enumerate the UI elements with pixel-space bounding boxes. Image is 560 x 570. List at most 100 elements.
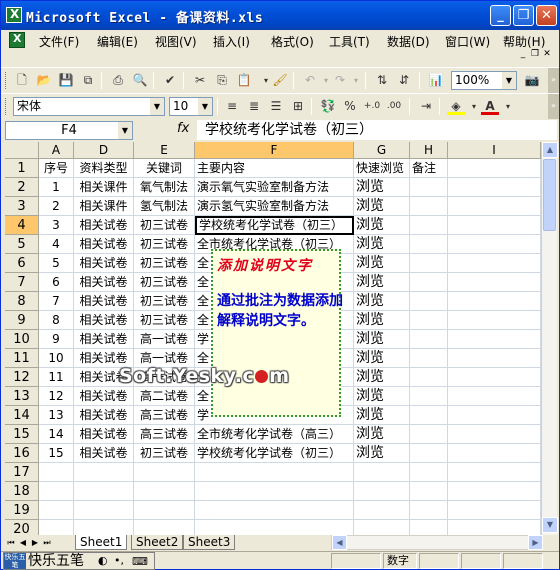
font-select[interactable]: 宋体 ▼ (13, 97, 165, 116)
tab-sheet2[interactable]: Sheet2 (131, 535, 184, 550)
align-right-icon[interactable]: ☰ (267, 98, 285, 115)
tab-sheet3[interactable]: Sheet3 (183, 535, 236, 550)
seq-cell[interactable] (39, 482, 74, 501)
content-cell[interactable] (195, 520, 354, 535)
research-icon[interactable]: 📷 (523, 72, 541, 89)
toolbar-grip[interactable] (5, 98, 8, 115)
seq-cell[interactable]: 5 (39, 254, 74, 273)
note-cell[interactable] (410, 501, 448, 520)
chart-wizard-icon[interactable]: 📊 (427, 72, 445, 89)
column-header-i[interactable]: I (448, 142, 541, 159)
chevron-down-icon[interactable]: ▼ (118, 122, 132, 139)
prev-sheet-icon[interactable]: ◀ (17, 537, 29, 549)
close-button[interactable]: ✕ (536, 5, 557, 26)
type-cell[interactable]: 相关试卷 (74, 254, 134, 273)
type-cell[interactable]: 相关试卷 (74, 292, 134, 311)
browse-cell[interactable] (354, 482, 410, 501)
row-header[interactable]: 2 (5, 178, 39, 197)
last-sheet-icon[interactable]: ⏭ (41, 537, 53, 549)
row-header[interactable]: 1 (5, 159, 39, 178)
type-cell[interactable] (74, 520, 134, 535)
keyword-cell[interactable] (134, 520, 195, 535)
open-icon[interactable]: 📂 (35, 72, 53, 89)
chevron-down-icon[interactable]: ▼ (150, 98, 164, 115)
keyword-cell[interactable]: 初三试卷 (134, 235, 195, 254)
row-header[interactable]: 10 (5, 330, 39, 349)
row-header[interactable]: 16 (5, 444, 39, 463)
row-header[interactable]: 8 (5, 292, 39, 311)
type-cell[interactable]: 相关试卷 (74, 273, 134, 292)
row-header[interactable]: 6 (5, 254, 39, 273)
row-header[interactable]: 9 (5, 311, 39, 330)
note-cell[interactable] (410, 520, 448, 535)
type-cell[interactable]: 相关课件 (74, 178, 134, 197)
browse-cell[interactable]: 浏览 (354, 178, 410, 197)
cell-comment[interactable]: 添加说明文字 通过批注为数据添加解释说明文字。 (211, 249, 343, 417)
empty-cell[interactable] (448, 159, 541, 178)
header-cell[interactable]: 序号 (39, 159, 74, 178)
menu-insert[interactable]: 插入(I) (213, 33, 250, 50)
seq-cell[interactable]: 15 (39, 444, 74, 463)
keyword-cell[interactable] (134, 463, 195, 482)
browse-cell[interactable] (354, 463, 410, 482)
row-header[interactable]: 13 (5, 387, 39, 406)
row-header[interactable]: 17 (5, 463, 39, 482)
empty-cell[interactable] (448, 349, 541, 368)
keyword-cell[interactable]: 初三试卷 (134, 216, 195, 235)
currency-icon[interactable]: 💱 (319, 98, 337, 115)
seq-cell[interactable]: 7 (39, 292, 74, 311)
menu-format[interactable]: 格式(O) (271, 33, 314, 50)
sort-ascending-icon[interactable]: ⇅ (373, 72, 391, 89)
browse-cell[interactable]: 浏览 (354, 425, 410, 444)
note-cell[interactable] (410, 387, 448, 406)
fx-icon[interactable]: fx (177, 121, 189, 136)
browse-cell[interactable]: 浏览 (354, 368, 410, 387)
content-cell[interactable]: 演示氢气实验室制备方法 (195, 197, 354, 216)
browse-cell[interactable]: 浏览 (354, 406, 410, 425)
empty-cell[interactable] (448, 292, 541, 311)
scroll-thumb[interactable] (543, 159, 556, 231)
increase-decimal-icon[interactable]: +.0 (363, 98, 381, 115)
formula-input[interactable]: 学校统考化学试卷（初三） (197, 120, 557, 140)
browse-cell[interactable]: 浏览 (354, 444, 410, 463)
chevron-down-icon[interactable]: ▾ (499, 98, 517, 115)
print-preview-icon[interactable]: 🔍 (131, 72, 149, 89)
scroll-up-icon[interactable]: ▲ (542, 142, 558, 158)
content-cell[interactable]: 全市统考化学试卷（高三） (195, 425, 354, 444)
minimize-button[interactable]: _ (490, 5, 511, 26)
percent-icon[interactable]: % (341, 98, 359, 115)
row-header[interactable]: 14 (5, 406, 39, 425)
seq-cell[interactable]: 4 (39, 235, 74, 254)
decrease-decimal-icon[interactable]: .00 (385, 98, 403, 115)
workbook-icon[interactable] (9, 32, 25, 48)
note-cell[interactable] (410, 463, 448, 482)
browse-cell[interactable]: 浏览 (354, 311, 410, 330)
seq-cell[interactable] (39, 463, 74, 482)
header-cell[interactable]: 备注 (410, 159, 448, 178)
empty-cell[interactable] (448, 368, 541, 387)
toolbar-options-icon[interactable]: » (548, 94, 559, 119)
menu-window[interactable]: 窗口(W) (445, 33, 490, 50)
note-cell[interactable] (410, 425, 448, 444)
redo-dropdown-icon[interactable]: ▾ (347, 72, 365, 89)
ime-toolbar[interactable]: 快乐五笔 快乐五笔 ◐ •, ⌨ (3, 552, 155, 570)
content-cell[interactable] (195, 482, 354, 501)
empty-cell[interactable] (448, 444, 541, 463)
note-cell[interactable] (410, 444, 448, 463)
content-cell[interactable] (195, 501, 354, 520)
type-cell[interactable]: 相关试卷 (74, 406, 134, 425)
menu-tools[interactable]: 工具(T) (329, 33, 370, 50)
menu-file[interactable]: 文件(F) (39, 33, 79, 50)
seq-cell[interactable]: 9 (39, 330, 74, 349)
empty-cell[interactable] (448, 197, 541, 216)
half-width-icon[interactable]: ◐ (98, 554, 108, 567)
type-cell[interactable]: 相关试卷 (74, 444, 134, 463)
note-cell[interactable] (410, 254, 448, 273)
type-cell[interactable] (74, 501, 134, 520)
row-header[interactable]: 18 (5, 482, 39, 501)
fill-color-icon[interactable]: ◈ (447, 98, 465, 115)
column-header-e[interactable]: E (134, 142, 195, 159)
doc-restore-icon[interactable]: ❐ (529, 48, 541, 60)
empty-cell[interactable] (448, 178, 541, 197)
row-header[interactable]: 5 (5, 235, 39, 254)
